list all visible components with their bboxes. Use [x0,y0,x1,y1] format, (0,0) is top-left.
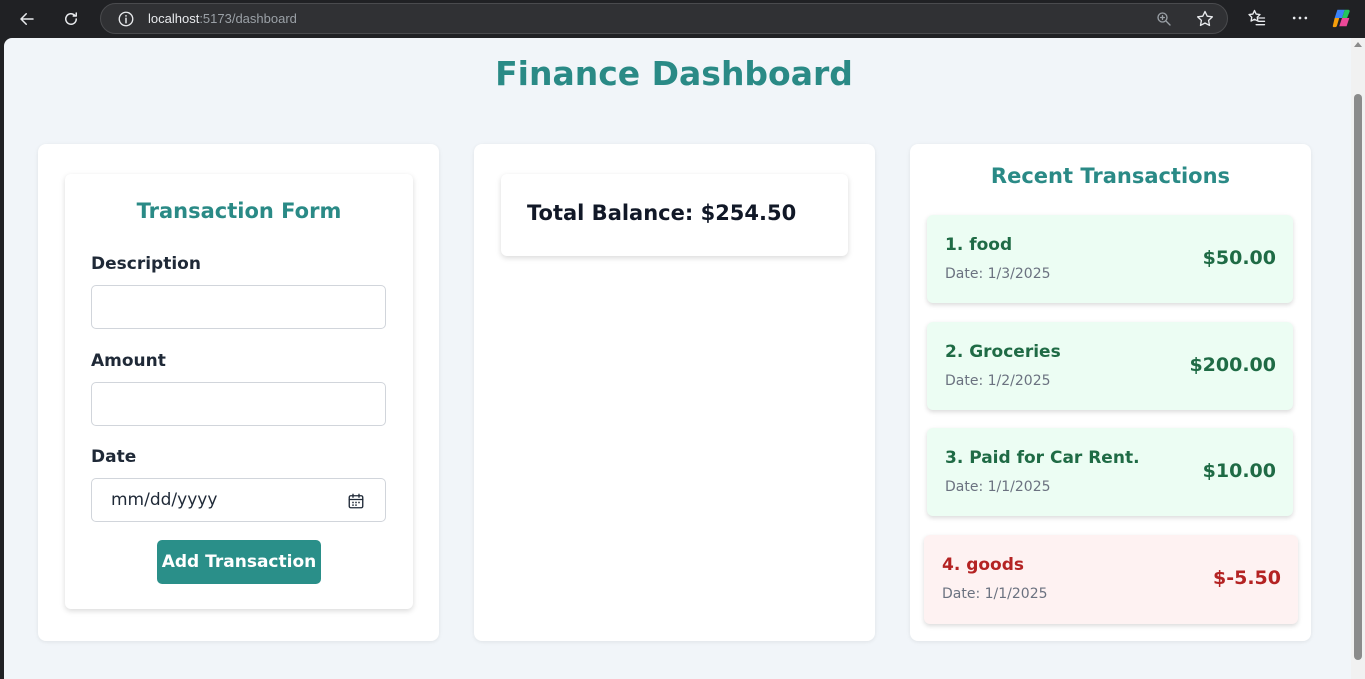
scroll-thumb[interactable] [1354,94,1362,660]
copilot-button[interactable] [1331,7,1353,29]
transaction-amount: $-5.50 [1213,567,1281,589]
form-panel: Transaction Form Description Amount Date… [38,144,439,641]
reload-button[interactable] [58,6,84,32]
reload-icon [65,12,77,25]
copilot-icon [1332,9,1350,28]
browser-toolbar: localhost:5173/dashboard [0,0,1365,38]
page-title: Finance Dashboard [495,54,853,93]
star-icon[interactable] [1195,9,1215,29]
back-arrow-icon [20,13,34,25]
transaction-item: 2. Groceries Date: 1/2/2025 $200.00 [927,322,1293,410]
address-bar[interactable]: localhost:5173/dashboard [100,3,1228,34]
url-path: :5173/dashboard [199,11,297,26]
url-host: localhost [148,11,200,26]
menu-button[interactable] [1289,7,1311,29]
transaction-name: 2. Groceries [945,342,1061,362]
transaction-item: 4. goods Date: 1/1/2025 $-5.50 [924,535,1298,624]
total-balance: Total Balance: $254.50 [527,201,797,225]
page-viewport: Finance Dashboard Transaction Form Descr… [4,38,1365,679]
recent-transactions-title: Recent Transactions [990,164,1231,188]
info-icon[interactable] [117,10,135,28]
date-placeholder: mm/dd/yyyy [111,490,218,510]
zoom-icon[interactable] [1155,10,1173,28]
url-text[interactable]: localhost:5173/dashboard [148,11,297,26]
transaction-amount: $200.00 [1189,354,1276,376]
date-label: Date [91,447,137,467]
amount-label: Amount [91,351,166,371]
transaction-date: Date: 1/1/2025 [945,479,1051,495]
transaction-date: Date: 1/1/2025 [942,586,1048,602]
transaction-name: 1. food [945,235,1013,255]
calendar-icon[interactable] [347,492,365,510]
transaction-name: 3. Paid for Car Rent. [945,448,1140,468]
favorites-icon [1248,9,1266,26]
back-button[interactable] [14,6,40,32]
amount-input[interactable] [91,382,386,426]
transaction-item: 3. Paid for Car Rent. Date: 1/1/2025 $10… [927,428,1293,516]
description-label: Description [91,254,201,274]
form-title: Transaction Form [136,199,342,223]
transaction-amount: $10.00 [1202,460,1276,482]
balance-card: Total Balance: $254.50 [501,174,848,256]
recent-transactions-panel: Recent Transactions 1. food Date: 1/3/20… [910,144,1311,641]
more-icon [1292,16,1308,20]
balance-panel: Total Balance: $254.50 [474,144,875,641]
favorites-button[interactable] [1246,7,1268,29]
transaction-date: Date: 1/3/2025 [945,266,1051,282]
page-scrollbar[interactable] [1351,38,1365,679]
transaction-name: 4. goods [942,555,1025,575]
transaction-item: 1. food Date: 1/3/2025 $50.00 [927,215,1293,303]
scroll-up-arrow-icon[interactable] [1354,42,1362,47]
transaction-form: Transaction Form Description Amount Date… [65,174,413,609]
add-transaction-button[interactable]: Add Transaction [157,540,321,584]
transaction-amount: $50.00 [1202,247,1276,269]
date-input[interactable]: mm/dd/yyyy [91,478,386,522]
transaction-date: Date: 1/2/2025 [945,373,1051,389]
description-input[interactable] [91,285,386,329]
